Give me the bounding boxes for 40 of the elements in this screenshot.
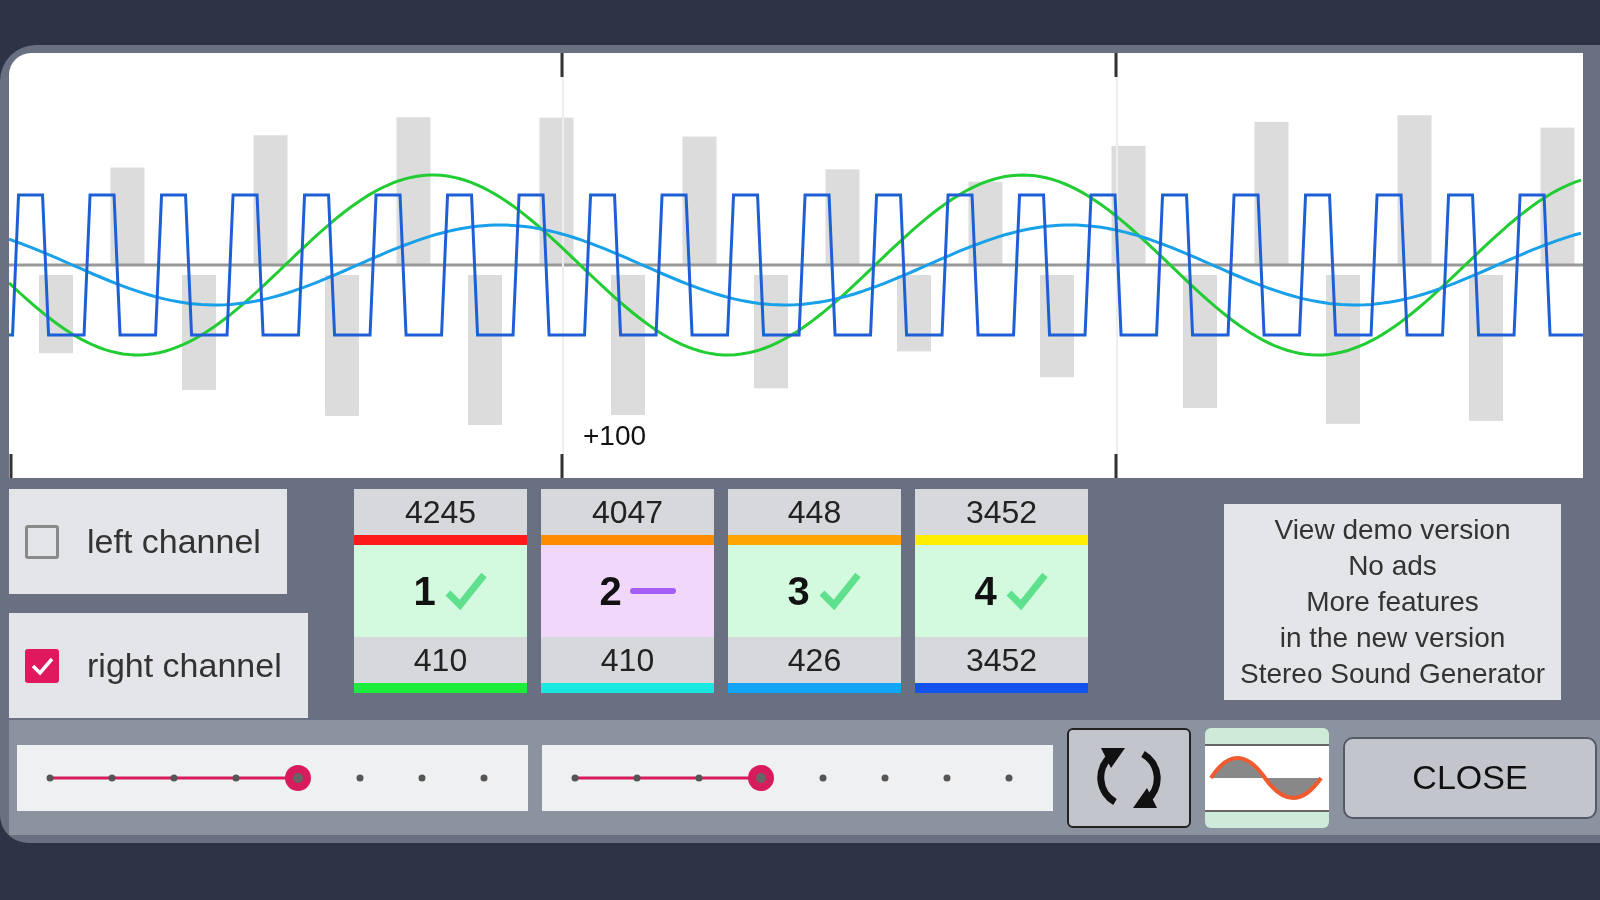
checkbox[interactable]	[25, 648, 59, 683]
promo-text: in the new version	[1279, 621, 1506, 655]
waveform-button[interactable]	[1205, 727, 1329, 828]
frequency-value: 4245	[354, 489, 527, 535]
channel-label: right channel	[87, 646, 282, 685]
promo-text: More features	[1306, 585, 1479, 619]
channel-label: left channel	[87, 522, 261, 561]
generator-number: 4	[974, 568, 997, 614]
frequency-value: 448	[728, 489, 901, 535]
check-icon	[817, 571, 862, 611]
promo-panel[interactable]: View demo version No ads More features in the new version Stereo Sound Generator	[1224, 504, 1561, 700]
promo-text: View demo version	[1274, 513, 1511, 547]
frequency-value: 3452	[915, 637, 1088, 683]
generator-card[interactable]: 448 3 426	[728, 489, 901, 695]
frequency-value: 410	[354, 637, 527, 683]
generator-card[interactable]: 4047 2 410	[541, 489, 714, 695]
slider-thumb[interactable]	[747, 763, 776, 792]
check-icon	[1004, 571, 1049, 611]
generator-card[interactable]: 4245 1 410	[354, 489, 527, 695]
frequency-value: 426	[728, 637, 901, 683]
check-icon	[443, 571, 488, 611]
frequency-value: 4047	[541, 489, 714, 535]
slider-thumb[interactable]	[283, 763, 312, 792]
promo-text: No ads	[1348, 549, 1437, 583]
close-button[interactable]: CLOSE	[1343, 736, 1597, 819]
promo-text: Stereo Sound Generator	[1239, 657, 1546, 691]
checkbox[interactable]	[25, 524, 59, 559]
frequency-value: 3452	[915, 489, 1088, 535]
generator-number: 1	[413, 568, 436, 614]
channel-toggle[interactable]: right channel	[9, 613, 308, 718]
slider[interactable]	[542, 744, 1053, 811]
refresh-button[interactable]	[1067, 727, 1191, 828]
generator-number: 3	[787, 568, 810, 614]
channel-toggle[interactable]: left channel	[9, 489, 287, 594]
generator-number: 2	[599, 568, 622, 614]
marker-label: +100	[583, 420, 647, 452]
slider[interactable]	[17, 744, 528, 811]
generator-card[interactable]: 3452 4 3452	[915, 489, 1088, 695]
dash-icon	[629, 587, 676, 595]
frequency-value: 410	[541, 637, 714, 683]
